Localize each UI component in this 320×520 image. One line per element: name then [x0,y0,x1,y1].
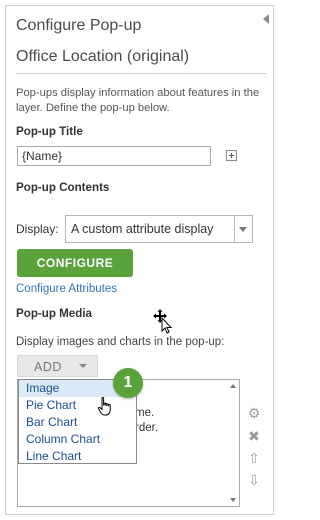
collapse-arrow-left-icon[interactable] [263,14,269,24]
popup-media-label: Pop-up Media [16,307,92,320]
menu-option-pie-chart[interactable]: Pie Chart [19,397,136,414]
popup-contents-label: Pop-up Contents [16,181,110,194]
popup-title-label: Pop-up Title [16,125,83,138]
display-select-value: A custom attribute display [71,222,214,236]
panel-description: Pop-ups display information about featur… [16,87,260,114]
configure-popup-panel: Configure Pop-up Office Location (origin… [5,5,274,515]
header-divider [16,73,266,74]
arrow-up-icon[interactable]: ⇧ [247,451,261,465]
menu-option-column-chart[interactable]: Column Chart [19,431,136,448]
panel-title: Configure Pop-up [16,17,142,34]
media-list-item-fragment: rder. [135,422,159,434]
chevron-down-icon [239,227,247,232]
configure-button[interactable]: CONFIGURE [17,249,133,277]
add-media-button[interactable]: ADD [17,355,98,377]
configure-attributes-link[interactable]: Configure Attributes [16,283,117,295]
layer-name: Office Location (original) [16,48,190,65]
add-media-label: ADD [34,360,62,374]
caret-down-icon [79,364,87,368]
scroll-down-icon[interactable] [230,498,236,502]
menu-option-line-chart[interactable]: Line Chart [19,448,136,465]
media-list-item-fragment: me. [135,407,155,419]
menu-option-bar-chart[interactable]: Bar Chart [19,414,136,431]
delete-x-icon[interactable]: ✖ [247,429,261,443]
popup-media-description: Display images and charts in the pop-up: [16,336,225,348]
scroll-up-icon[interactable] [230,384,236,388]
display-select-arrow[interactable] [234,216,252,242]
plus-icon[interactable] [226,150,237,161]
gear-icon[interactable]: ⚙ [247,406,261,420]
step-callout-badge: 1 [113,368,143,398]
display-label: Display: [16,222,59,236]
move-cursor-icon [153,309,172,334]
hand-cursor-icon [97,397,111,416]
display-select[interactable]: A custom attribute display [65,215,253,243]
popup-title-input[interactable] [17,146,211,166]
arrow-down-icon[interactable]: ⇩ [247,473,261,487]
